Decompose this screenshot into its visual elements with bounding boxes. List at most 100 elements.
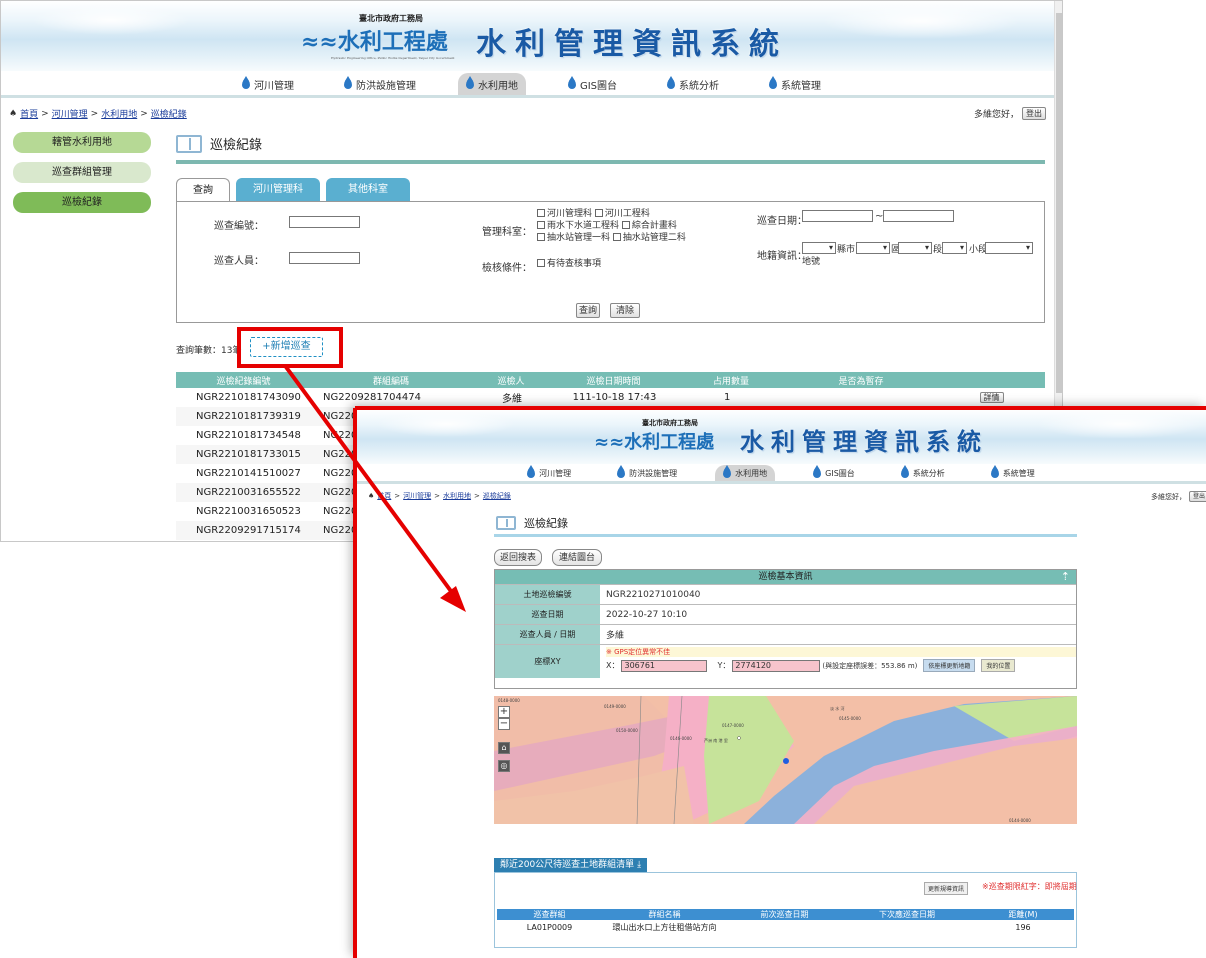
dept-logo-2: 臺北市政府工務局 ≈≈水利工程處: [594, 418, 715, 453]
map-label: 0146-0000: [670, 736, 692, 741]
tab-other-dept[interactable]: 其他科室: [326, 178, 410, 202]
map-label: 0149-0000: [604, 704, 626, 709]
nav-item-0[interactable]: 河川管理: [519, 465, 579, 481]
nav-item-2[interactable]: 水利用地: [715, 465, 776, 481]
table-row[interactable]: NGR2210181743090 NG2209281704474 多維 111-10-…: [176, 388, 1045, 407]
map-label: 0147-0000: [722, 723, 744, 728]
nearby-header: 距離(M): [972, 909, 1074, 920]
table-cell: NGR2210031650523: [196, 506, 301, 517]
section-select[interactable]: ▾: [898, 242, 932, 254]
collapse-up-icon[interactable]: ⇡: [1061, 570, 1070, 584]
nearby-row[interactable]: LA01P0009 環山出水口上方往租借站方向 196: [497, 920, 1074, 934]
dept-checkbox-row-3[interactable]: 抽水站管理一科 抽水站管理二科: [537, 232, 686, 244]
zoom-out-button[interactable]: −: [498, 718, 510, 730]
home-icon: ♠: [9, 108, 18, 119]
water-drop-icon: [527, 465, 536, 478]
water-drop-icon: [617, 465, 626, 478]
table-header: 是否為暫存: [786, 372, 936, 388]
table-cell: NGR2210031655522: [196, 487, 301, 498]
pending-check-checkbox[interactable]: 有待查核事項: [537, 258, 601, 270]
back-to-list-button[interactable]: 返回搜表: [494, 549, 542, 566]
clear-button[interactable]: 清除: [610, 303, 640, 318]
district-select[interactable]: ▾: [856, 242, 890, 254]
date-from-input[interactable]: [802, 210, 873, 222]
nav-item-4[interactable]: 系統分析: [893, 465, 953, 481]
date-to-input[interactable]: [883, 210, 954, 222]
tab-river-dept[interactable]: 河川管理科: [236, 178, 320, 202]
water-drop-icon: [241, 76, 250, 89]
my-position-button[interactable]: 我的位置: [981, 659, 1016, 672]
map-label: 0145-0000: [839, 716, 861, 721]
table-cell: NGR2210181739319: [196, 411, 301, 422]
dept-checkbox-row-1[interactable]: 河川管理科 河川工程科: [537, 208, 650, 220]
water-drop-icon: [769, 76, 778, 89]
water-drop-icon: [465, 76, 474, 89]
dept-checkbox-row-2[interactable]: 雨水下水道工程科 綜合計畫科: [537, 220, 677, 232]
nav-item-1[interactable]: 防洪設施管理: [336, 73, 424, 95]
logout-button[interactable]: 登出: [1022, 107, 1047, 120]
detail-button-label[interactable]: 詳情: [979, 392, 1004, 403]
nearby-header: 巡查群組: [497, 909, 602, 920]
breadcrumb-patrol-2[interactable]: 巡檢紀錄: [483, 491, 511, 501]
y-coord-input[interactable]: 2774120: [732, 659, 821, 672]
breadcrumb-land-2[interactable]: 水利用地: [443, 491, 471, 501]
zoom-in-button[interactable]: +: [498, 706, 510, 718]
info-row-coord: 座標XY ※ GPS定位異常不佳 X： 306761 Y： 2774120 (與…: [495, 644, 1076, 678]
main-nav-2: 河川管理 防洪設施管理 水利用地 GIS圖台 系統分析 系統管理: [356, 464, 1206, 484]
breadcrumb-home-2[interactable]: 首頁: [377, 491, 391, 501]
x-coord-input[interactable]: 306761: [621, 659, 708, 672]
nearby-table: 巡查群組 群組名稱 前次巡查日期 下次應巡查日期 距離(M) LA01P0009 環山出水…: [497, 909, 1074, 934]
update-by-coord-button[interactable]: 依座標更新地籍: [923, 659, 976, 672]
land-no-select[interactable]: ▾: [985, 242, 1033, 254]
breadcrumb-home[interactable]: 首頁: [20, 107, 38, 120]
info-row-staff: 巡查人員 / 日期 多維: [495, 624, 1076, 644]
link-gis-button[interactable]: 連結圖台: [552, 549, 602, 566]
page-title: 巡檢紀錄: [210, 138, 263, 153]
breadcrumb-patrol[interactable]: 巡檢紀錄: [151, 107, 187, 120]
table-header: 巡檢人: [471, 372, 551, 388]
map-label: 0148-0000: [498, 698, 520, 703]
nav-item-1[interactable]: 防洪設施管理: [609, 465, 685, 481]
nav-item-4[interactable]: 系統分析: [659, 73, 727, 95]
detail-button[interactable]: 詳情: [936, 388, 1045, 407]
nav-item-3[interactable]: GIS圖台: [560, 73, 625, 95]
tab-query[interactable]: 查詢: [176, 178, 230, 202]
dept-logo: 臺北市政府工務局 ≈≈水利工程處 Hydraulic Engineering O…: [301, 13, 455, 60]
breadcrumb-land[interactable]: 水利用地: [101, 107, 137, 120]
update-rule-button[interactable]: 更新規導資訊: [924, 882, 969, 895]
breadcrumb-river[interactable]: 河川管理: [52, 107, 88, 120]
sidebar-item-managed-land[interactable]: 轄管水利用地: [13, 132, 151, 153]
info-row-id: 土地巡檢編號 NGR2210271010040: [495, 584, 1076, 604]
patrol-no-input[interactable]: [289, 216, 360, 228]
nav-item-2[interactable]: 水利用地: [457, 73, 526, 95]
system-title: 水利管理資訊系統: [476, 27, 788, 62]
sidebar-item-group-manage[interactable]: 巡查群組管理: [13, 162, 151, 183]
water-drop-icon: [813, 465, 822, 478]
locate-icon[interactable]: ◎: [498, 760, 510, 772]
subsection-select[interactable]: ▾: [942, 242, 967, 254]
nav-item-5[interactable]: 系統管理: [983, 465, 1043, 481]
nearby-cell: 196: [1015, 922, 1031, 932]
county-select[interactable]: ▾: [802, 242, 836, 254]
water-drop-icon: [567, 76, 576, 89]
staff-input[interactable]: [289, 252, 360, 264]
breadcrumb-river-2[interactable]: 河川管理: [403, 491, 431, 501]
home-map-icon[interactable]: ⌂: [498, 742, 510, 754]
download-icon[interactable]: ⤓: [637, 860, 641, 870]
water-drop-icon: [343, 76, 352, 89]
nearby-cell: [727, 920, 842, 934]
title-underline: [176, 160, 1045, 164]
nav-item-0[interactable]: 河川管理: [234, 73, 302, 95]
logout-button-2[interactable]: 登出: [1189, 491, 1206, 502]
table-cell: NGR2209291715174: [196, 525, 301, 536]
search-button[interactable]: 查詢: [576, 303, 600, 318]
nearby-cell: [842, 920, 972, 934]
nav-item-3[interactable]: GIS圖台: [805, 465, 863, 481]
nav-item-5[interactable]: 系統管理: [761, 73, 829, 95]
sidebar-item-patrol-record[interactable]: 巡檢紀錄: [13, 192, 151, 213]
header-banner-2: 臺北市政府工務局 ≈≈水利工程處 水利管理資訊系統: [356, 409, 1206, 464]
map-view[interactable]: 0149-0000 0150-0000 0147-0000 0146-0000 0145…: [494, 696, 1077, 824]
breadcrumb: ♠ 首頁 > 河川管理 > 水利用地 > 巡檢紀錄: [9, 107, 187, 121]
nearby-cell: LA01P0009: [526, 922, 573, 932]
nearby-header: 下次應巡查日期: [842, 909, 972, 920]
